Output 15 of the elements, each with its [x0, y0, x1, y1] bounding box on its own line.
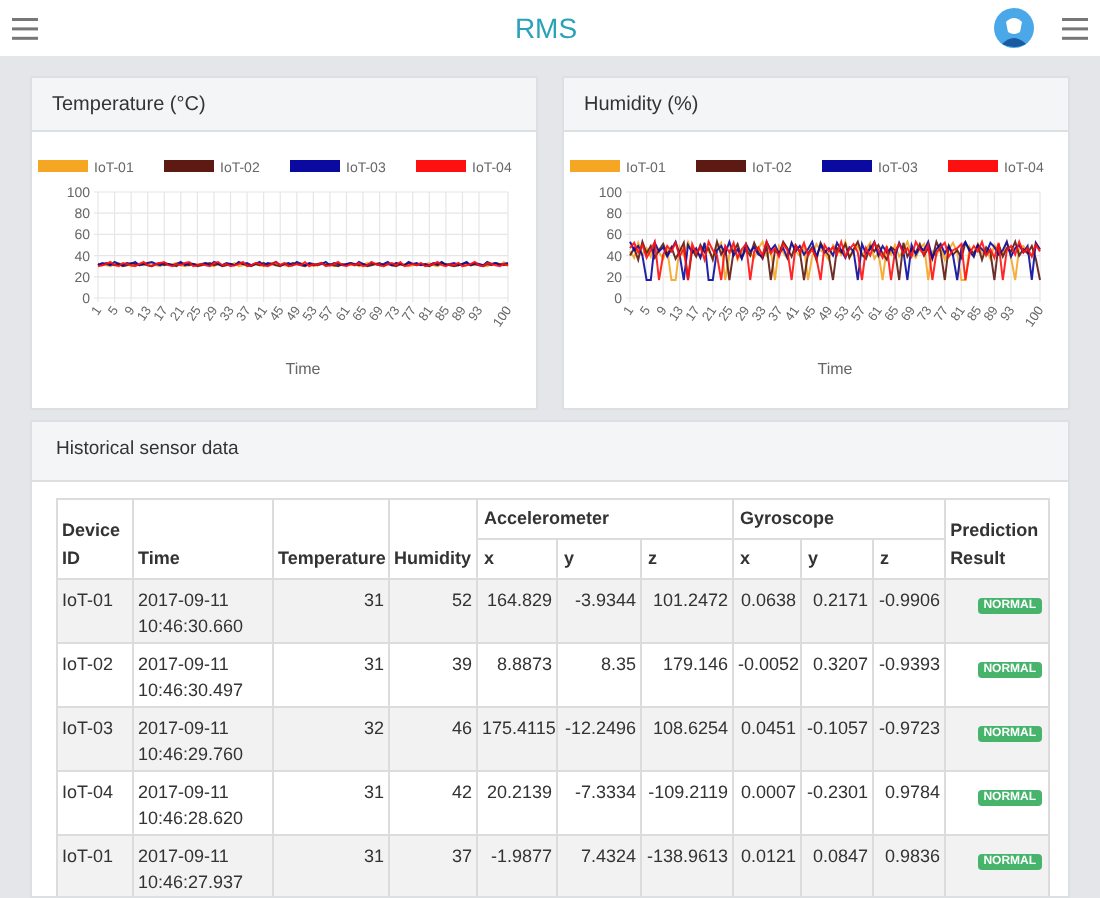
avatar-icon[interactable] — [994, 8, 1034, 48]
card-title: Temperature (°C) — [52, 91, 206, 119]
column-group-header: Accelerometer — [477, 499, 734, 539]
column-header: Device ID — [57, 499, 133, 579]
table-cell: -138.9613 — [641, 835, 734, 896]
table-cell: IoT-01 — [57, 835, 133, 896]
axis-title: Time — [817, 360, 853, 378]
column-group-header: Gyroscope — [733, 499, 946, 539]
app-title: RMS — [514, 9, 578, 47]
axis-title: Time — [285, 360, 321, 378]
card-title: Historical sensor data — [56, 436, 239, 465]
menu-icon[interactable] — [1062, 17, 1088, 39]
menu-icon[interactable] — [12, 17, 38, 39]
card-title: Humidity (%) — [584, 91, 699, 119]
table-cell: 2017-09-11 10:46:27.937 — [133, 835, 273, 896]
